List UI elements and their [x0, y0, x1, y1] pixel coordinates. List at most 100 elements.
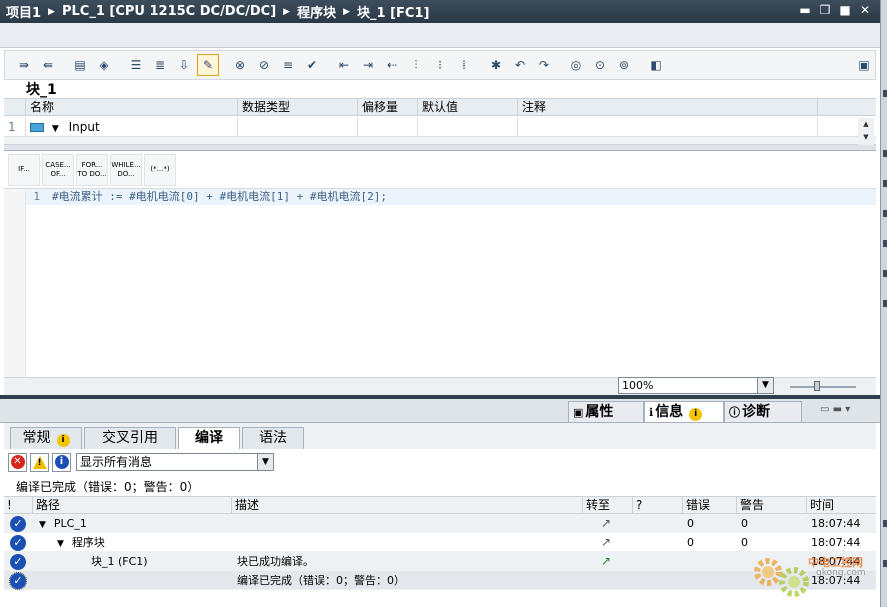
crumb-block[interactable]: 块_1 [FC1]	[357, 2, 429, 21]
watch-icon[interactable]: ◎	[565, 54, 587, 76]
monitor-icon[interactable]: ◈	[93, 54, 115, 76]
table-row[interactable]: ✓ 编译已完成（错误：0；警告：0） 18:07:44	[4, 571, 876, 590]
indent-right-icon[interactable]: ⇥	[357, 54, 379, 76]
absolute-operands-icon[interactable]: ✎	[197, 54, 219, 76]
minimize-icon[interactable]: ▬	[798, 3, 812, 17]
download-icon[interactable]: ⇩	[173, 54, 195, 76]
check-circle-icon: ✓	[9, 572, 27, 590]
crumb-project[interactable]: 项目1	[6, 2, 41, 21]
remove-breakpoint-icon[interactable]: ⊘	[253, 54, 275, 76]
col-name[interactable]: 名称	[26, 99, 238, 115]
code-text[interactable]: #电流累计 := #电机电流[0] + #电机电流[1] + #电机电流[2];	[52, 190, 387, 203]
general-badge-icon: i	[56, 434, 70, 447]
interface-row-input[interactable]: 1 ▼ Input	[4, 117, 876, 137]
filter-errors-button[interactable]: ✕	[8, 452, 27, 472]
col-severity[interactable]: !	[4, 497, 12, 514]
bookmark-next-icon[interactable]: ↷	[533, 54, 555, 76]
inspector-tab-bar: ▣ 属性 ℹ 信息 i ⓘ 诊断 ▭ ▬ ▾	[0, 399, 880, 423]
scl-code-editor[interactable]: 1 #电流累计 := #电机电流[0] + #电机电流[1] + #电机电流[2]…	[4, 189, 876, 377]
tab-properties[interactable]: ▣ 属性	[568, 401, 644, 422]
filter-info-button[interactable]: i	[52, 452, 71, 472]
table-row[interactable]: ✓ ▼ 程序块 ↗ 0 0 18:07:44	[4, 533, 876, 552]
comment-icon[interactable]: ≡	[277, 54, 299, 76]
outdent-icon[interactable]: ⇠	[381, 54, 403, 76]
scl-if-button[interactable]: IF...	[8, 153, 40, 186]
chevron-down-icon[interactable]: ▼	[257, 454, 273, 470]
expand-arrow-icon[interactable]: ▼	[57, 539, 64, 549]
check-icon[interactable]: ✔	[301, 54, 323, 76]
crumb-plc[interactable]: PLC_1 [CPU 1215C DC/DC/DC]	[62, 4, 276, 19]
col-time[interactable]: 时间	[806, 497, 834, 514]
tab-diagnostics[interactable]: ⓘ 诊断	[724, 401, 802, 422]
tab-cross-reference[interactable]: 交叉引用	[84, 427, 176, 449]
row-name: Input	[68, 120, 100, 134]
table-row[interactable]: ✓ ▼ PLC_1 ↗ 0 0 18:07:44	[4, 514, 876, 533]
minimize-panel-icon[interactable]: ▬	[833, 404, 842, 415]
task-cards-strip[interactable]	[880, 0, 887, 607]
scl-comment-button[interactable]: (*...*)	[144, 153, 176, 186]
scroll-down-icon[interactable]: ▼	[858, 131, 874, 144]
delete-network-icon[interactable]: ⇚	[37, 54, 59, 76]
properties-icon: ▣	[573, 406, 584, 419]
restore-icon[interactable]: ❐	[818, 3, 832, 17]
insert-network-icon[interactable]: ⇛	[13, 54, 35, 76]
scroll-up-icon[interactable]: ▲	[858, 118, 874, 131]
goto-arrow-icon[interactable]: ↗	[598, 533, 611, 552]
maximize-icon[interactable]: ■	[838, 3, 852, 17]
row-name-cell: ▼ Input	[26, 117, 238, 136]
goto-arrow-icon[interactable]: ↗	[598, 552, 611, 571]
expand-arrow-icon[interactable]: ▼	[39, 520, 46, 530]
col-goto[interactable]: 转至	[582, 497, 610, 514]
align-icon[interactable]: ⫶	[405, 54, 427, 76]
zoom-slider[interactable]	[790, 381, 856, 391]
col-comment[interactable]: 注释	[518, 99, 818, 115]
col-path[interactable]: 路径	[32, 497, 60, 514]
bookmark-set-icon[interactable]: ✱	[485, 54, 507, 76]
table-row[interactable]: ✓ 块_1 (FC1) 块已成功编译。 ↗ 18:07:44	[4, 552, 876, 571]
code-line[interactable]: 1 #电流累计 := #电机电流[0] + #电机电流[1] + #电机电流[2]…	[26, 189, 876, 205]
goto-arrow-icon[interactable]: ↗	[598, 514, 611, 533]
expand-arrow-icon[interactable]: ▼	[52, 124, 59, 134]
options-icon[interactable]: ▣	[853, 54, 875, 76]
float-icon[interactable]: ▭	[820, 404, 829, 415]
col-default[interactable]: 默认值	[418, 99, 518, 115]
interface-scrollbar[interactable]: ▲ ▼	[858, 118, 874, 145]
crumb-program-blocks[interactable]: 程序块	[297, 2, 336, 21]
crumb-separator-icon: ▶	[48, 6, 55, 17]
filter-warnings-button[interactable]: !	[30, 452, 49, 472]
scl-for-button[interactable]: FOR... TO DO...	[76, 153, 108, 186]
col-help[interactable]: ?	[632, 497, 642, 514]
zoom-select[interactable]: 100% ▼	[618, 377, 774, 394]
col-description[interactable]: 描述	[231, 497, 259, 514]
breakpoint-icon[interactable]: ⊗	[229, 54, 251, 76]
comment-line-icon[interactable]: ⁝	[429, 54, 451, 76]
scl-case-button[interactable]: CASE... OF...	[42, 153, 74, 186]
monitor-off-icon[interactable]: ⊚	[613, 54, 635, 76]
tag-table-icon[interactable]: ≣	[149, 54, 171, 76]
col-offset[interactable]: 偏移量	[358, 99, 418, 115]
editor-status-row: 100% ▼	[4, 377, 876, 395]
col-datatype[interactable]: 数据类型	[238, 99, 358, 115]
bookmark-prev-icon[interactable]: ↶	[509, 54, 531, 76]
compare-icon[interactable]: ◧	[645, 54, 667, 76]
tab-syntax[interactable]: 语法	[242, 427, 304, 449]
list-icon[interactable]: ☰	[125, 54, 147, 76]
monitor-on-icon[interactable]: ⊙	[589, 54, 611, 76]
tab-general[interactable]: 常规 i	[10, 427, 82, 449]
info-icon: ℹ	[649, 406, 654, 419]
message-filter-select[interactable]: 显示所有消息 ▼	[76, 453, 274, 471]
zoom-slider-thumb[interactable]	[814, 381, 820, 391]
col-errors[interactable]: 错误	[682, 497, 710, 514]
goto-arrow-icon[interactable]	[598, 571, 601, 590]
scl-while-button[interactable]: WHILE... DO...	[110, 153, 142, 186]
col-warnings[interactable]: 警告	[736, 497, 764, 514]
uncomment-line-icon[interactable]: ⁞	[453, 54, 475, 76]
indent-left-icon[interactable]: ⇤	[333, 54, 355, 76]
close-icon[interactable]: ✕	[858, 3, 872, 17]
chevron-down-icon[interactable]: ▼	[757, 378, 773, 393]
dropdown-panel-icon[interactable]: ▾	[845, 404, 850, 415]
tab-compile[interactable]: 编译	[178, 427, 240, 449]
open-block-icon[interactable]: ▤	[69, 54, 91, 76]
breadcrumb-titlebar: 项目1 ▶ PLC_1 [CPU 1215C DC/DC/DC] ▶ 程序块 ▶…	[0, 0, 880, 23]
tab-info[interactable]: ℹ 信息 i	[644, 401, 724, 422]
